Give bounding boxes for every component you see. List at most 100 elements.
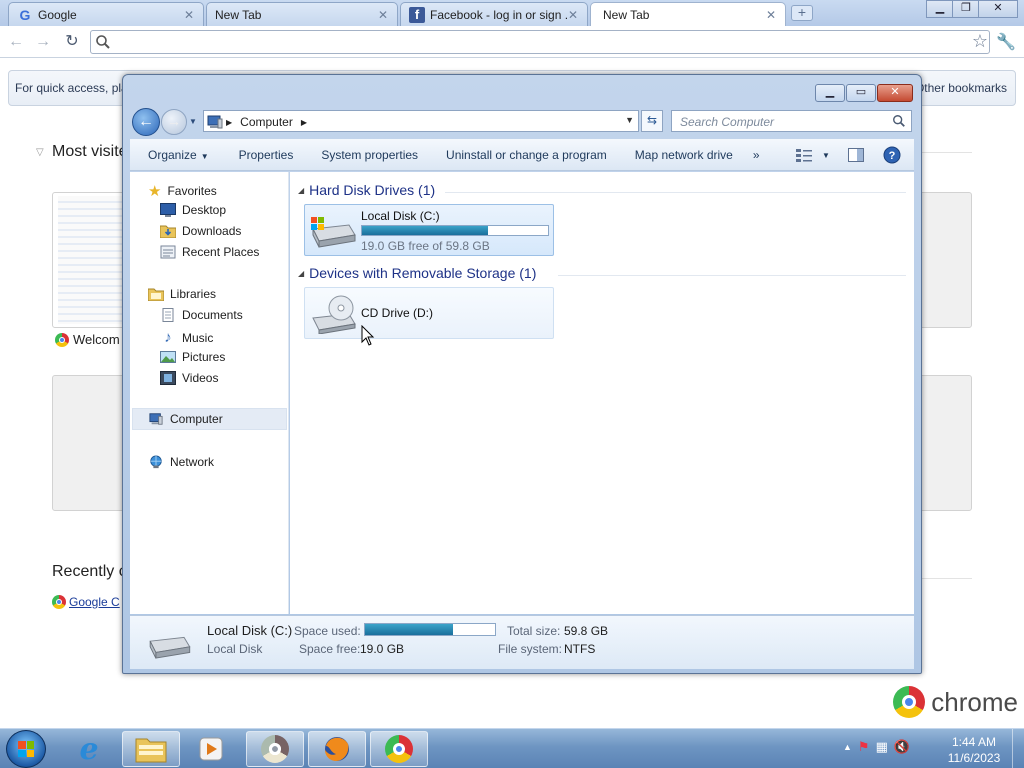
videos-icon bbox=[160, 371, 176, 385]
command-bar: Organize ▼ Properties System properties U… bbox=[130, 139, 914, 171]
organize-button[interactable]: Organize ▼ bbox=[139, 148, 218, 162]
close-icon[interactable]: ✕ bbox=[377, 8, 389, 22]
space-free-value: 19.0 GB bbox=[360, 642, 405, 656]
uninstall-program-button[interactable]: Uninstall or change a program bbox=[437, 148, 616, 162]
close-icon[interactable]: ✕ bbox=[765, 8, 777, 22]
properties-button[interactable]: Properties bbox=[230, 148, 303, 162]
taskbar-internet-explorer[interactable]: e bbox=[60, 731, 118, 767]
search-icon bbox=[893, 115, 905, 127]
back-icon[interactable]: ← bbox=[6, 32, 26, 52]
close-window-button[interactable]: ✕ bbox=[877, 84, 913, 102]
action-center-icon[interactable]: ⚑ bbox=[858, 739, 870, 755]
bookmark-star-icon[interactable]: ☆ bbox=[972, 31, 988, 52]
cd-drive-icon bbox=[312, 295, 356, 334]
tab-new-tab[interactable]: New Tab ✕ bbox=[206, 2, 398, 26]
space-used-fill bbox=[365, 624, 454, 635]
taskbar-chrome[interactable] bbox=[370, 731, 428, 767]
help-button[interactable]: ? bbox=[882, 145, 902, 165]
other-bookmarks-button[interactable]: Other bookmarks bbox=[915, 81, 1007, 95]
breadcrumb-arrow-icon[interactable]: ▶ bbox=[226, 118, 232, 127]
omnibox-input[interactable] bbox=[90, 30, 990, 54]
most-visited-heading: Most visite bbox=[52, 143, 128, 160]
music-icon: ♪ bbox=[164, 329, 172, 346]
nav-network[interactable]: Network bbox=[148, 455, 214, 469]
tab-new-tab-active[interactable]: New Tab ✕ bbox=[590, 2, 786, 26]
forward-button[interactable]: → bbox=[161, 109, 187, 135]
nav-pictures[interactable]: Pictures bbox=[160, 350, 225, 364]
thumbnail-tile[interactable] bbox=[52, 375, 132, 511]
collapse-triangle-icon[interactable]: ◢ bbox=[298, 269, 304, 278]
chevron-down-icon[interactable]: ▼ bbox=[625, 115, 634, 125]
taskbar-windows-explorer[interactable] bbox=[122, 731, 180, 767]
search-input[interactable]: Search Computer bbox=[671, 110, 912, 132]
tab-facebook[interactable]: f Facebook - log in or sign ... ✕ bbox=[400, 2, 588, 26]
more-commands-button[interactable]: » bbox=[744, 148, 769, 162]
nav-computer[interactable]: Computer bbox=[132, 408, 287, 430]
back-button[interactable]: ← bbox=[132, 108, 160, 136]
welcome-link[interactable]: Welcom bbox=[55, 332, 120, 347]
hard-drive-icon bbox=[149, 636, 191, 659]
start-button[interactable] bbox=[6, 730, 46, 768]
volume-muted-icon[interactable]: 🔇 bbox=[894, 739, 910, 755]
nav-downloads[interactable]: Downloads bbox=[160, 224, 241, 238]
close-window-button[interactable]: ✕ bbox=[978, 0, 1018, 18]
recent-link-label: Google C bbox=[69, 595, 120, 609]
clock[interactable]: 1:44 AM 11/6/2023 bbox=[944, 734, 1004, 766]
organize-label: Organize bbox=[148, 147, 197, 162]
collapse-arrow-icon[interactable]: ▽ bbox=[36, 147, 44, 158]
drive-cd-d[interactable]: CD Drive (D:) bbox=[304, 287, 554, 339]
nav-videos[interactable]: Videos bbox=[160, 371, 218, 385]
mouse-cursor-icon bbox=[361, 325, 375, 346]
change-view-button[interactable]: ▼ bbox=[792, 145, 834, 165]
firefox-icon bbox=[325, 737, 349, 761]
recently-closed-link[interactable]: Google C bbox=[52, 595, 120, 609]
taskbar-chrome-inactive[interactable] bbox=[246, 731, 304, 767]
minimize-button[interactable]: ▁ bbox=[815, 84, 845, 102]
nav-music[interactable]: ♪ Music bbox=[160, 329, 213, 346]
refresh-button[interactable]: ⇆ bbox=[641, 110, 663, 132]
nav-recent-places[interactable]: Recent Places bbox=[160, 245, 259, 259]
system-tray: ▲ ⚑ ▦ 🔇 bbox=[843, 739, 910, 755]
address-bar[interactable]: ▶ Computer ▶ ▼ bbox=[203, 110, 639, 132]
group-title: Hard Disk Drives (1) bbox=[309, 182, 436, 198]
computer-icon bbox=[207, 115, 223, 129]
minimize-button[interactable]: ▁ bbox=[926, 0, 954, 18]
nav-label: Network bbox=[170, 455, 215, 469]
svg-text:?: ? bbox=[889, 150, 896, 162]
new-tab-button[interactable]: + bbox=[791, 5, 813, 21]
show-hidden-icons-button[interactable]: ▲ bbox=[843, 742, 852, 752]
nav-favorites[interactable]: ★ Favorites bbox=[148, 182, 217, 200]
maximize-button[interactable]: ▭ bbox=[846, 84, 876, 102]
show-desktop-button[interactable] bbox=[1012, 729, 1024, 768]
wrench-icon[interactable]: 🔧 bbox=[996, 32, 1016, 52]
collapse-triangle-icon[interactable]: ◢ bbox=[298, 186, 304, 195]
bookmarks-prompt: For quick access, pla bbox=[15, 81, 128, 95]
internet-explorer-icon: e bbox=[79, 731, 99, 767]
recent-pages-dropdown-icon[interactable]: ▼ bbox=[189, 117, 197, 126]
map-network-drive-button[interactable]: Map network drive bbox=[626, 148, 742, 162]
preview-pane-button[interactable] bbox=[846, 145, 866, 165]
breadcrumb-arrow-icon[interactable]: ▶ bbox=[301, 118, 307, 127]
reload-icon[interactable]: ↻ bbox=[62, 32, 82, 52]
group-header-hard-disk-drives[interactable]: ◢ Hard Disk Drives (1) bbox=[298, 182, 435, 198]
maximize-button[interactable]: ❐ bbox=[952, 0, 980, 18]
close-icon[interactable]: ✕ bbox=[567, 8, 579, 22]
drive-local-disk-c[interactable]: Local Disk (C:) 19.0 GB free of 59.8 GB bbox=[304, 204, 554, 256]
nav-desktop[interactable]: Desktop bbox=[160, 203, 226, 217]
group-header-removable-storage[interactable]: ◢ Devices with Removable Storage (1) bbox=[298, 265, 536, 281]
chrome-icon bbox=[385, 735, 413, 763]
network-tray-icon[interactable]: ▦ bbox=[876, 739, 888, 755]
breadcrumb-computer[interactable]: Computer bbox=[240, 115, 293, 129]
taskbar-firefox[interactable] bbox=[308, 731, 366, 767]
thumbnail-tile[interactable] bbox=[918, 192, 972, 328]
nav-libraries[interactable]: Libraries bbox=[148, 287, 216, 301]
taskbar-media-player[interactable] bbox=[182, 731, 240, 767]
tab-title: Google bbox=[38, 7, 77, 22]
close-icon[interactable]: ✕ bbox=[183, 8, 195, 22]
nav-documents[interactable]: Documents bbox=[160, 308, 243, 322]
system-properties-button[interactable]: System properties bbox=[312, 148, 427, 162]
browser-tabstrip: G Google ✕ New Tab ✕ f Facebook - log in… bbox=[0, 0, 1024, 26]
forward-icon[interactable]: → bbox=[33, 32, 53, 52]
tab-google[interactable]: G Google ✕ bbox=[8, 2, 204, 26]
thumbnail-tile[interactable] bbox=[918, 375, 972, 511]
